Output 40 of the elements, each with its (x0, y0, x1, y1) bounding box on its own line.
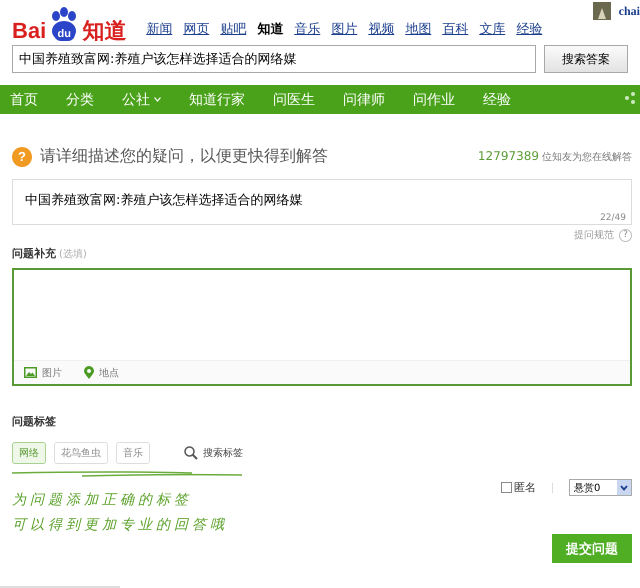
attach-button[interactable]: 图片 (24, 366, 62, 380)
char-counter: 22/49 (600, 213, 626, 223)
image-icon (24, 367, 37, 378)
product-link[interactable]: 新闻 (146, 20, 172, 38)
reward-select[interactable]: 悬赏0 (569, 479, 632, 496)
help-icon[interactable]: ? (619, 228, 632, 242)
question-icon: ? (12, 146, 32, 166)
logo-text: 知道 (82, 20, 126, 42)
handwritten-note: 可以得到更加专业的回答哦 (12, 516, 229, 535)
user-name[interactable]: chai (618, 4, 640, 18)
logo-text: Bai (12, 20, 46, 42)
online-count-label: 位知友为您在线解答 (542, 150, 632, 164)
product-link[interactable]: 网页 (183, 20, 210, 38)
prompt-text: 请详细描述您的疑问，以便更快得到解答 (40, 146, 328, 167)
details-field[interactable]: 图片 地点 (12, 268, 632, 386)
product-link[interactable]: 音乐 (294, 20, 320, 38)
search-field[interactable]: 中国养殖致富网:养殖户该怎样选择适合的网络媒 (12, 45, 536, 73)
product-link[interactable]: 经验 (516, 20, 542, 38)
tag-search-button[interactable]: 搜索标签 (178, 445, 249, 461)
section-label: 问题标签 (12, 414, 56, 429)
product-link[interactable]: 百科 (442, 20, 468, 38)
search-button[interactable]: 搜索答案 (544, 45, 628, 73)
anonymous-checkbox[interactable]: 匿名 (501, 480, 536, 495)
search-icon (184, 446, 198, 460)
product-link[interactable]: 贴吧 (220, 20, 246, 38)
handwritten-note: 为问题添加正确的标签 (12, 491, 193, 510)
avatar-icon[interactable] (592, 2, 611, 20)
chevron-down-icon (620, 484, 628, 490)
section-label: 问题补充 (12, 246, 56, 261)
optional-hint: (选填) (59, 248, 87, 261)
tag-chip[interactable]: 音乐 (116, 442, 150, 464)
product-link[interactable]: 图片 (331, 20, 358, 38)
product-link[interactable]: 视频 (368, 20, 394, 38)
tag-chip[interactable]: 花鸟鱼虫 (54, 442, 108, 464)
location-pin-icon (84, 366, 94, 379)
product-link[interactable]: 知道 (257, 20, 284, 38)
product-link[interactable]: 文库 (479, 20, 506, 38)
online-count: 12797389 (478, 149, 539, 163)
attach-button[interactable]: 地点 (84, 366, 119, 380)
product-link[interactable]: 地图 (405, 20, 432, 38)
